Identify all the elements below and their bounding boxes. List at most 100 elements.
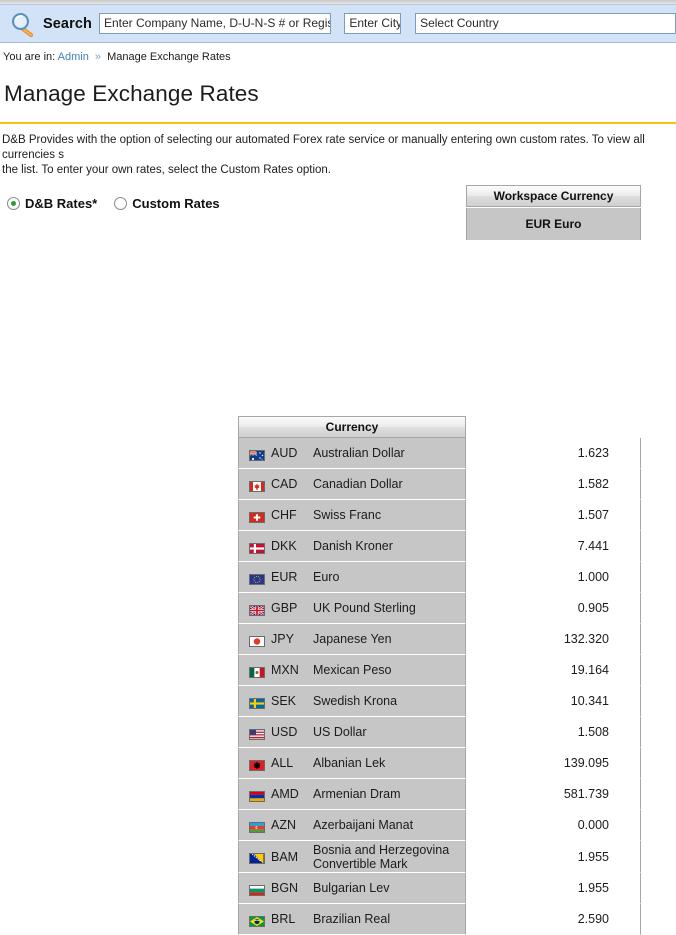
currency-code: DKK bbox=[271, 539, 297, 553]
flag-br-icon bbox=[249, 914, 265, 927]
currency-cell: MXN Mexican Peso bbox=[238, 655, 466, 686]
currency-name: US Dollar bbox=[313, 725, 367, 739]
currency-cell: GBP UK Pound Sterling bbox=[238, 593, 466, 624]
exchange-rate-value: 1.000 bbox=[466, 562, 641, 593]
table-row[interactable]: EUR Euro 1.000 bbox=[238, 562, 641, 593]
page-title: Manage Exchange Rates bbox=[4, 81, 259, 107]
table-row[interactable]: GBP UK Pound Sterling 0.905 bbox=[238, 593, 641, 624]
currency-cell: BGN Bulgarian Lev bbox=[238, 873, 466, 904]
breadcrumb-link-admin[interactable]: Admin bbox=[58, 51, 89, 63]
currency-code: AUD bbox=[271, 446, 298, 460]
table-row[interactable]: BAM Bosnia and Herzegovina Convertible Ma… bbox=[238, 841, 641, 873]
currency-code: AZN bbox=[271, 818, 296, 832]
magnifier-icon[interactable] bbox=[10, 11, 36, 37]
currency-code: BRL bbox=[271, 912, 296, 926]
currency-name: Swedish Krona bbox=[313, 694, 398, 708]
flag-gb-icon bbox=[248, 603, 266, 617]
flag-us-icon bbox=[249, 727, 265, 740]
currency-code: GBP bbox=[271, 601, 298, 615]
currency-code: MXN bbox=[271, 663, 299, 677]
radio-option-custom-rates[interactable]: Custom Rates bbox=[114, 196, 220, 212]
exchange-rate-value: 1.955 bbox=[466, 841, 641, 873]
breadcrumb-separator: » bbox=[94, 51, 102, 63]
workspace-currency-value: EUR Euro bbox=[466, 208, 641, 240]
table-row[interactable]: AMD Armenian Dram 581.739 bbox=[238, 779, 641, 810]
currency-cell: ALL Albanian Lek bbox=[238, 748, 466, 779]
radio-label-custom-rates: Custom Rates bbox=[132, 196, 220, 212]
country-select[interactable]: Select Country bbox=[415, 13, 676, 34]
exchange-rate-value: 7.441 bbox=[466, 531, 641, 562]
currency-name: Canadian Dollar bbox=[313, 477, 403, 491]
currency-cell: BAM Bosnia and Herzegovina Convertible Ma… bbox=[238, 841, 466, 873]
table-row[interactable]: JPY Japanese Yen 132.320 bbox=[238, 624, 641, 655]
currency-name: Mexican Peso bbox=[313, 663, 392, 677]
table-row[interactable]: DKK Danish Kroner 7.441 bbox=[238, 531, 641, 562]
global-search-bar: Search Enter Company Name, D-U-N-S # or … bbox=[0, 5, 676, 43]
currency-code: CAD bbox=[271, 477, 298, 491]
currency-name: Azerbaijani Manat bbox=[313, 818, 414, 832]
currency-cell: CAD Canadian Dollar bbox=[238, 469, 466, 500]
currency-name: Australian Dollar bbox=[313, 446, 405, 460]
currency-code: EUR bbox=[271, 570, 298, 584]
exchange-rate-value: 19.164 bbox=[466, 655, 641, 686]
table-row[interactable]: CHF Swiss Franc 1.507 bbox=[238, 500, 641, 531]
exchange-rate-value: 10.341 bbox=[466, 686, 641, 717]
table-row[interactable]: MXN Mexican Peso 19.164 bbox=[238, 655, 641, 686]
flag-au-icon bbox=[248, 448, 265, 461]
currency-cell: SEK Swedish Krona bbox=[238, 686, 466, 717]
currency-cell: CHF Swiss Franc bbox=[238, 500, 466, 531]
table-row[interactable]: BRL Brazilian Real 2.590 bbox=[238, 904, 641, 935]
company-search-input[interactable]: Enter Company Name, D-U-N-S # or Registr… bbox=[98, 13, 332, 34]
currency-column-header: Currency bbox=[238, 416, 466, 438]
currency-name: Albanian Lek bbox=[313, 756, 386, 770]
exchange-rate-value: 139.095 bbox=[466, 748, 641, 779]
flag-se-icon bbox=[249, 696, 265, 709]
flag-ba-icon bbox=[249, 851, 265, 864]
exchange-rate-value: 1.508 bbox=[466, 717, 641, 748]
flag-am-icon bbox=[249, 789, 265, 802]
table-row[interactable]: USD US Dollar 1.508 bbox=[238, 717, 641, 748]
exchange-rate-value: 1.623 bbox=[466, 438, 641, 469]
exchange-rate-value: 132.320 bbox=[466, 624, 641, 655]
flag-mx-icon bbox=[249, 665, 265, 678]
flag-jp-icon bbox=[249, 634, 265, 647]
currency-code: AMD bbox=[271, 787, 299, 801]
table-row[interactable]: CAD Canadian Dollar 1.582 bbox=[238, 469, 641, 500]
currency-code: USD bbox=[271, 725, 298, 739]
flag-ca-icon bbox=[249, 479, 265, 492]
currency-name: Japanese Yen bbox=[313, 632, 392, 646]
breadcrumb-prefix: You are in: bbox=[3, 51, 56, 63]
currency-cell: BRL Brazilian Real bbox=[238, 904, 466, 935]
currency-name: Bosnia and Herzegovina Convertible Mark bbox=[313, 842, 450, 871]
flag-az-icon bbox=[249, 820, 265, 833]
radio-custom-rates[interactable] bbox=[114, 197, 128, 211]
page-description: D&B Provides with the option of selectin… bbox=[2, 134, 645, 177]
radio-dnb-rates[interactable] bbox=[7, 197, 20, 211]
radio-option-dnb-rates[interactable]: D&B Rates* bbox=[7, 196, 97, 211]
currency-name: Bulgarian Lev bbox=[313, 881, 390, 895]
currency-code: ALL bbox=[271, 756, 294, 770]
currency-cell: EUR Euro bbox=[238, 562, 466, 593]
currency-name: Swiss Franc bbox=[313, 508, 382, 522]
currency-code: JPY bbox=[271, 632, 294, 646]
exchange-rate-value: 2.590 bbox=[466, 904, 641, 935]
city-search-input[interactable]: Enter City bbox=[344, 13, 402, 34]
currency-cell: AZN Azerbaijani Manat bbox=[238, 810, 466, 841]
flag-al-icon bbox=[249, 758, 265, 771]
currency-cell: AUD Australian Dollar bbox=[238, 438, 466, 469]
currency-name: Armenian Dram bbox=[313, 787, 401, 801]
currency-code: BGN bbox=[271, 881, 299, 895]
flag-ch-icon bbox=[249, 510, 265, 523]
table-row[interactable]: ALL Albanian Lek 139.095 bbox=[238, 748, 641, 779]
currency-cell: USD US Dollar bbox=[238, 717, 466, 748]
exchange-rate-value: 0.905 bbox=[466, 593, 641, 624]
exchange-rate-value: 581.739 bbox=[466, 779, 641, 810]
table-row[interactable]: BGN Bulgarian Lev 1.955 bbox=[238, 873, 641, 904]
table-row[interactable]: SEK Swedish Krona 10.341 bbox=[238, 686, 641, 717]
table-row[interactable]: AUD Australian Dollar 1.623 bbox=[238, 438, 641, 469]
search-label: Search bbox=[43, 15, 92, 32]
currency-name: Euro bbox=[313, 570, 340, 584]
table-row[interactable]: AZN Azerbaijani Manat 0.000 bbox=[238, 810, 641, 841]
workspace-currency-header: Workspace Currency bbox=[466, 185, 641, 207]
exchange-rate-rows: AUD Australian Dollar 1.623 CAD Canadian Dol… bbox=[238, 438, 641, 935]
